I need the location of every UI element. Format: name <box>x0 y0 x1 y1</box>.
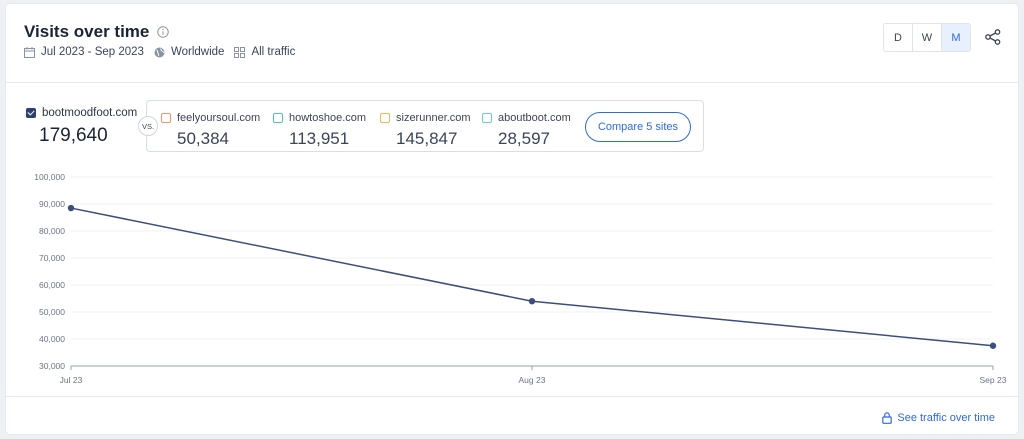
share-icon[interactable] <box>985 29 1001 45</box>
data-point <box>989 342 997 349</box>
competitor-name: howtoshoe.com <box>289 112 367 124</box>
card-title: Visits over time <box>24 22 150 41</box>
competitor-value: 28,597 <box>498 129 550 148</box>
period-day-button[interactable]: D <box>884 24 913 51</box>
x-tick-label: Aug 23 <box>519 375 546 385</box>
y-tick-label: 80,000 <box>39 226 65 236</box>
competitor-checkbox[interactable] <box>161 113 171 123</box>
vs-badge: VS. <box>138 116 158 136</box>
main-site-checkbox[interactable] <box>26 108 36 118</box>
competitor-item[interactable]: aboutboot.com 28,597 <box>482 112 571 149</box>
lock-icon <box>882 412 893 424</box>
globe-icon <box>154 47 165 57</box>
traffic-label: All traffic <box>251 46 296 58</box>
competitor-item[interactable]: howtoshoe.com 113,951 <box>273 112 366 149</box>
competitor-name: aboutboot.com <box>498 112 571 124</box>
competitor-item[interactable]: sizerunner.com 145,847 <box>380 112 471 149</box>
x-tick-label: Jul 23 <box>60 375 83 385</box>
series-line <box>70 207 994 347</box>
y-tick-label: 100,000 <box>34 172 65 182</box>
data-point <box>528 298 536 305</box>
competitor-name: feelyoursoul.com <box>177 112 261 124</box>
competitor-checkbox[interactable] <box>273 113 283 123</box>
date-range[interactable]: Jul 2023 - Sep 2023 <box>24 46 144 58</box>
see-traffic-link-label: See traffic over time <box>897 412 995 424</box>
calendar-icon <box>24 46 35 58</box>
info-icon[interactable] <box>157 26 170 38</box>
competitor-value: 50,384 <box>177 129 229 148</box>
y-tick-label: 40,000 <box>39 334 65 344</box>
see-traffic-link[interactable]: See traffic over time <box>882 412 995 424</box>
competitor-name: sizerunner.com <box>396 112 471 124</box>
competitor-checkbox[interactable] <box>482 113 492 123</box>
card-header: Visits over time Jul 2023 - Sep 2023 Wor… <box>6 4 1018 83</box>
region-label: Worldwide <box>170 46 225 58</box>
competitor-checkbox[interactable] <box>380 113 390 123</box>
competitor-value: 113,951 <box>289 129 350 148</box>
main-site-metric: bootmoodfoot.com 179,640 <box>26 107 137 147</box>
traffic-icon <box>234 46 246 58</box>
competitor-item[interactable]: feelyoursoul.com 50,384 <box>161 112 260 149</box>
visits-over-time-card: Visits over time Jul 2023 - Sep 2023 Wor… <box>6 4 1018 434</box>
data-point <box>67 204 75 212</box>
y-tick-label: 60,000 <box>39 280 65 290</box>
x-tick-label: Sep 23 <box>980 375 1007 385</box>
y-tick-label: 30,000 <box>39 361 65 371</box>
main-site-name: bootmoodfoot.com <box>42 107 138 119</box>
period-week-button[interactable]: W <box>913 24 942 51</box>
date-range-label: Jul 2023 - Sep 2023 <box>41 46 144 58</box>
y-tick-label: 70,000 <box>39 253 65 263</box>
period-month-button[interactable]: M <box>942 24 970 51</box>
filter-meta-row: Jul 2023 - Sep 2023 Worldwide All traffi… <box>24 46 305 58</box>
compare-sites-button[interactable]: Compare 5 sites <box>585 112 691 142</box>
y-tick-label: 50,000 <box>39 307 65 317</box>
competitor-compare-box: VS. feelyoursoul.com 50,384 howtoshoe.co… <box>138 100 704 152</box>
main-site-label-row[interactable]: bootmoodfoot.com <box>26 107 137 119</box>
y-tick-label: 90,000 <box>39 199 65 209</box>
competitor-value: 145,847 <box>396 129 458 148</box>
main-site-value: 179,640 <box>39 125 108 146</box>
region-filter[interactable]: Worldwide <box>154 46 224 58</box>
traffic-filter[interactable]: All traffic <box>234 46 295 58</box>
granularity-toggle: D W M <box>883 23 971 52</box>
visits-line-chart: 30,000 40,000 50,000 60,000 70,000 80,000 90,0… <box>34 172 1007 385</box>
title-row: Visits over time <box>24 22 170 42</box>
card-footer: See traffic over time <box>6 396 1018 435</box>
